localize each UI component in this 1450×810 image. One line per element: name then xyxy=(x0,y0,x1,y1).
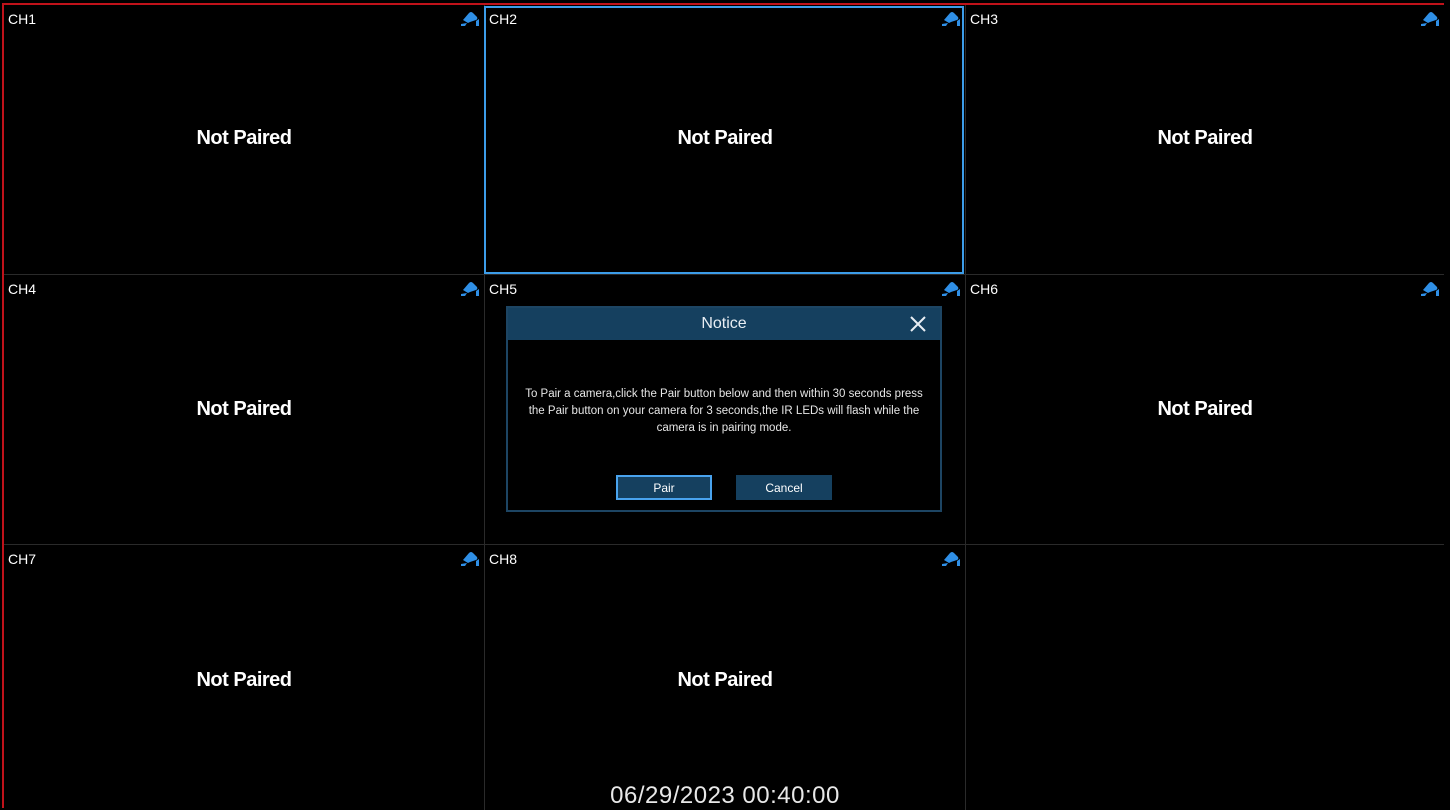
camera-icon[interactable] xyxy=(941,281,961,297)
channel-tile-ch4[interactable]: CH4 Not Paired xyxy=(4,275,484,544)
notice-dialog: Notice To Pair a camera,click the Pair b… xyxy=(506,306,942,512)
selected-tile-highlight xyxy=(484,6,964,274)
channel-status: Not Paired xyxy=(196,669,292,691)
channel-tile-ch1[interactable]: CH1 Not Paired xyxy=(4,5,484,274)
channel-status: Not Paired xyxy=(1157,127,1253,149)
camera-icon[interactable] xyxy=(460,281,480,297)
dialog-message: To Pair a camera,click the Pair button b… xyxy=(525,388,923,434)
channel-label: CH8 xyxy=(489,551,518,567)
channel-tile-ch7[interactable]: CH7 Not Paired xyxy=(4,545,484,810)
channel-tile-ch6[interactable]: CH6 Not Paired xyxy=(966,275,1444,544)
channel-status: Not Paired xyxy=(677,669,773,691)
channel-tile-ch3[interactable]: CH3 Not Paired xyxy=(966,5,1444,274)
channel-tile-ch8[interactable]: CH8 Not Paired xyxy=(485,545,965,810)
channel-label: CH6 xyxy=(970,281,999,297)
close-icon[interactable] xyxy=(908,314,928,334)
channel-label: CH7 xyxy=(8,551,37,567)
camera-icon[interactable] xyxy=(1420,11,1440,27)
dialog-title: Notice xyxy=(701,315,747,332)
channel-label: CH1 xyxy=(8,11,37,27)
channel-status: Not Paired xyxy=(1157,398,1253,420)
channel-status: Not Paired xyxy=(196,398,292,420)
channel-tile-empty[interactable] xyxy=(966,545,1444,810)
pair-button[interactable]: Pair xyxy=(616,475,712,500)
channel-label: CH3 xyxy=(970,11,999,27)
camera-icon[interactable] xyxy=(1420,281,1440,297)
camera-icon[interactable] xyxy=(941,551,961,567)
channel-label: CH4 xyxy=(8,281,37,297)
camera-icon[interactable] xyxy=(460,11,480,27)
cancel-button[interactable]: Cancel xyxy=(736,475,832,500)
channel-label: CH5 xyxy=(489,281,518,297)
datetime-display: 06/29/2023 00:40:00 xyxy=(610,782,840,809)
channel-status: Not Paired xyxy=(196,127,292,149)
dialog-header: Notice xyxy=(508,308,940,340)
camera-icon[interactable] xyxy=(460,551,480,567)
